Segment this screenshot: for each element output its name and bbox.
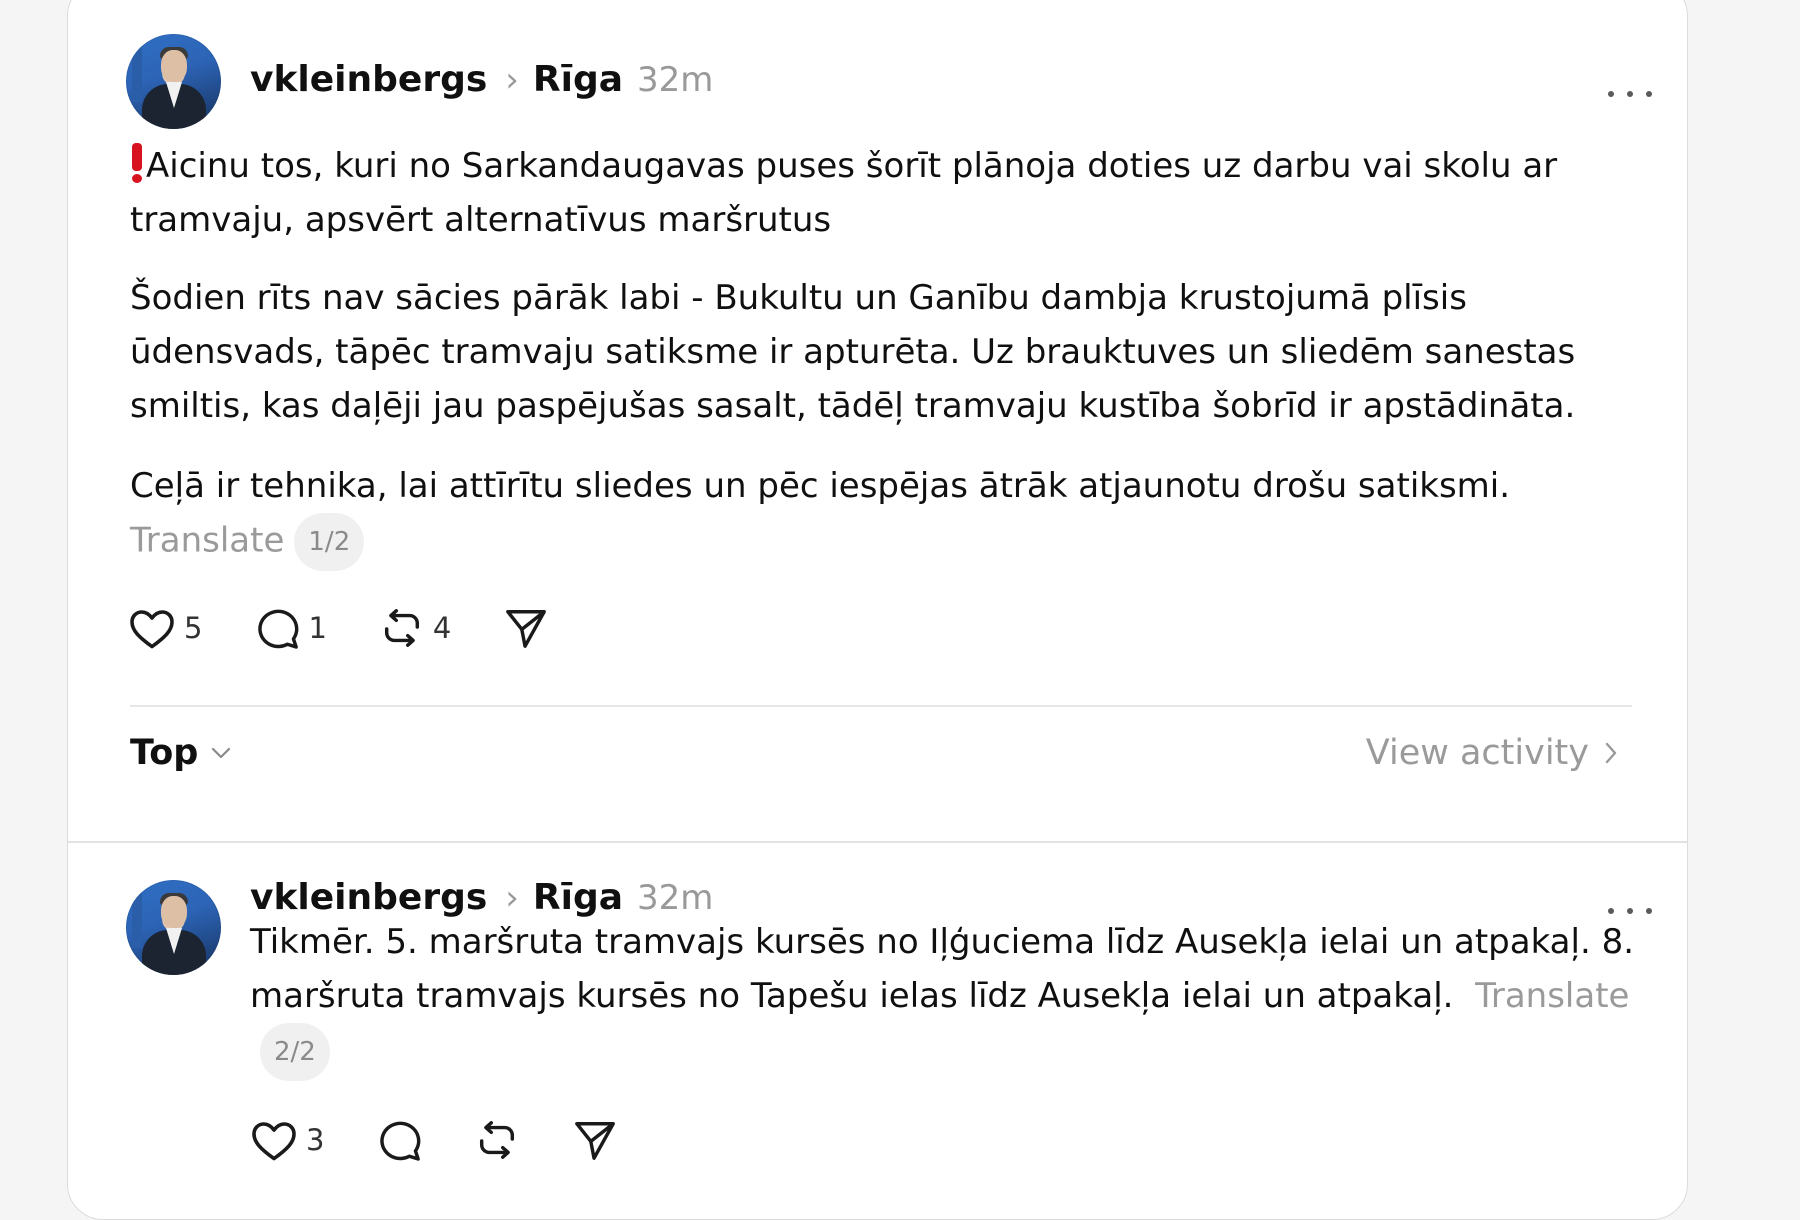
avatar[interactable] [126,880,221,975]
reply-button[interactable] [376,1118,422,1162]
thread-index-badge: 1/2 [294,513,365,571]
send-icon [575,1122,616,1160]
like-count: 5 [184,611,203,645]
heart-icon [252,1122,296,1161]
post-header: vkleinbergs › Rīga 32m [250,59,713,100]
send-icon [506,610,547,648]
sort-dropdown[interactable]: Top [130,733,232,773]
comment-icon [258,609,299,649]
repost-button[interactable] [474,1118,520,1162]
repost-count: 4 [432,611,452,645]
chevron-right-icon: › [505,878,519,918]
chevron-down-icon [212,747,231,759]
sort-label: Top [130,733,199,773]
more-options-button[interactable] [1608,84,1652,104]
comment-icon [380,1121,421,1161]
thread-index-badge: 2/2 [260,1023,330,1081]
reply-text: Tikmēr. 5. maršruta tramvajs kursēs no I… [250,915,1670,1081]
exclamation-icon [130,143,142,183]
section-divider [68,841,1687,843]
topic-link[interactable]: Rīga [533,59,623,100]
translate-link[interactable]: Translate [130,521,284,561]
username-link[interactable]: vkleinbergs [250,59,487,100]
view-activity-label: View activity [1365,733,1589,773]
post-paragraph: Ceļā ir tehnika, lai attīrītu sliedes un… [130,459,1620,571]
reply-timestamp[interactable]: 32m [637,878,713,918]
chevron-right-icon [1605,742,1617,764]
post-paragraph: Aicinu tos, kuri no Sarkandaugavas puses… [130,139,1620,247]
avatar[interactable] [126,34,221,129]
post-actions: 5 1 4 [128,606,601,650]
share-button[interactable] [572,1118,618,1162]
topic-link[interactable]: Rīga [533,877,623,918]
post-paragraph: Šodien rīts nav sācies pārāk labi - Buku… [130,278,1576,426]
repost-icon [480,1121,515,1159]
translate-link[interactable]: Translate [1475,976,1629,1016]
reply-actions: 3 [250,1118,670,1162]
like-button[interactable]: 5 [128,606,202,650]
reply-header: vkleinbergs › Rīga 32m [250,877,713,918]
username-link[interactable]: vkleinbergs [250,877,487,918]
like-count: 3 [306,1123,325,1157]
share-button[interactable] [503,606,549,650]
reply-button[interactable]: 1 [254,606,327,650]
divider [130,705,1632,707]
view-activity-link[interactable]: View activity [1366,733,1619,773]
reply-count: 1 [308,611,327,645]
post-timestamp[interactable]: 32m [637,60,713,100]
like-button[interactable]: 3 [250,1118,324,1162]
repost-button[interactable]: 4 [379,606,451,650]
chevron-right-icon: › [505,60,519,100]
heart-icon [130,610,174,649]
repost-icon [384,609,419,647]
post-card: vkleinbergs › Rīga 32m Aicinu tos, kuri … [67,0,1688,1220]
